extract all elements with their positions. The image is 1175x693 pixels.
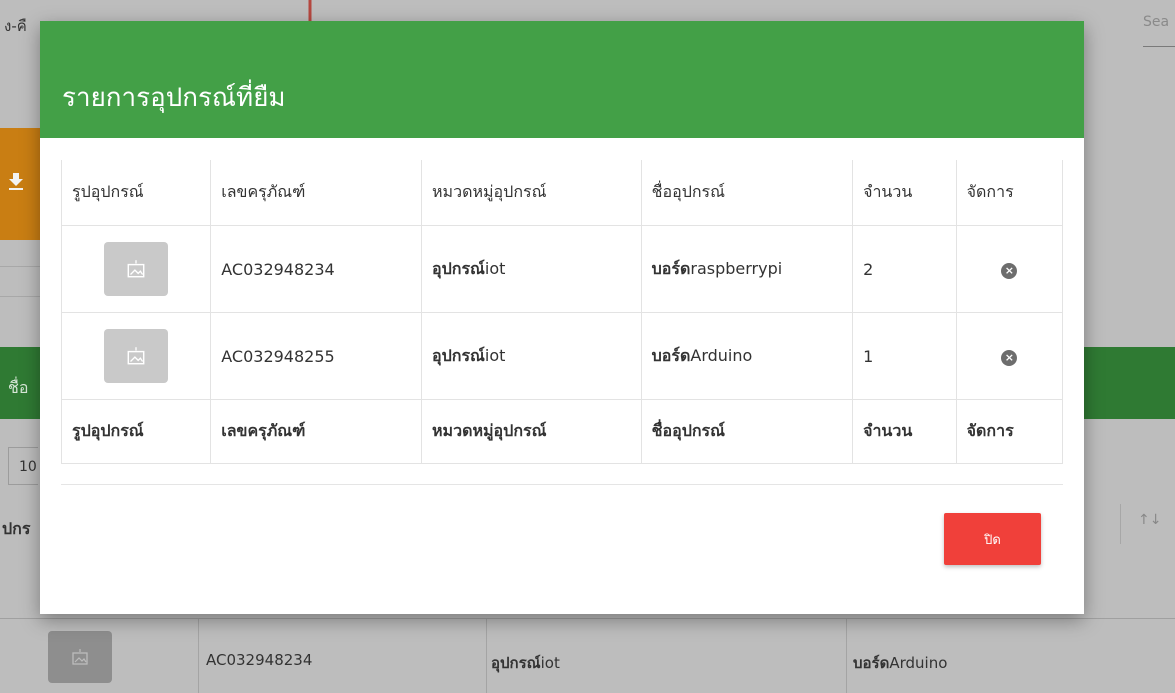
col-header-asset-no: เลขครุภัณฑ์ <box>210 160 422 226</box>
column-header: ปกร <box>2 519 31 538</box>
action-cell: × <box>955 312 1064 400</box>
cell-divider <box>486 619 487 693</box>
category: อุปกรณ์iot <box>420 312 642 400</box>
col-header-quantity: จำนวน <box>852 160 957 226</box>
col-footer-actions: จัดการ <box>955 399 1064 464</box>
asset-number: AC032948255 <box>210 312 422 400</box>
cell-divider <box>846 619 847 693</box>
col-footer-quantity: จำนวน <box>852 399 957 464</box>
table-row: AC032948255 อุปกรณ์iot บอร์ดArduino 1 × <box>60 312 1064 400</box>
col-footer-category: หมวดหมู่อุปกรณ์ <box>420 399 642 464</box>
search-label: Sea <box>1143 14 1170 30</box>
cell-divider <box>198 619 199 693</box>
category-bold: อุปกรณ์ <box>431 345 485 365</box>
table-header-row: รูปอุปกรณ์ เลขครุภัณฑ์ หมวดหมู่อุปกรณ์ ช… <box>60 160 1064 226</box>
category-bold: อุปกรณ์ <box>431 258 485 278</box>
col-footer-name: ชื่ออุปกรณ์ <box>640 399 854 464</box>
page-size-select[interactable]: 10 <box>8 447 38 485</box>
category: อุปกรณ์iot <box>491 651 560 675</box>
asset-number: AC032948234 <box>206 651 313 669</box>
modal-title: รายการอุปกรณ์ที่ยืม <box>62 83 286 113</box>
category-rest: iot <box>484 258 506 278</box>
modal-header: รายการอุปกรณ์ที่ยืม <box>40 21 1084 138</box>
name-bold: บอร์ด <box>651 345 691 365</box>
image-cell <box>60 312 212 400</box>
action-cell: × <box>955 225 1064 313</box>
name-bold: บอร์ด <box>651 258 691 278</box>
modal-footer-divider <box>61 484 1063 485</box>
sort-icon[interactable]: ↑↓ <box>1138 512 1161 528</box>
category-bold: อุปกรณ์ <box>491 654 541 672</box>
equipment-name: บอร์ดArduino <box>853 651 947 675</box>
close-button[interactable]: ปิด <box>944 513 1041 565</box>
name-bold: บอร์ด <box>853 654 890 672</box>
borrowed-equipment-table: รูปอุปกรณ์ เลขครุภัณฑ์ หมวดหมู่อุปกรณ์ ช… <box>60 160 1064 464</box>
asset-number: AC032948234 <box>210 225 422 313</box>
col-header-name: ชื่ออุปกรณ์ <box>640 160 854 226</box>
name-rest: Arduino <box>889 654 948 672</box>
equipment-name: บอร์ดArduino <box>640 312 854 400</box>
divider <box>0 266 40 267</box>
col-footer-asset-no: เลขครุภัณฑ์ <box>210 399 422 464</box>
image-placeholder-icon <box>104 329 169 383</box>
quantity: 1 <box>852 312 957 400</box>
equipment-name: บอร์ดraspberrypi <box>640 225 854 313</box>
image-placeholder-icon <box>104 242 169 296</box>
quantity: 2 <box>852 225 957 313</box>
image-placeholder-icon <box>48 631 112 683</box>
remove-icon[interactable]: × <box>1001 263 1018 279</box>
borrowed-equipment-modal: รายการอุปกรณ์ที่ยืม รูปอุปกรณ์ เลขครุภัณ… <box>40 21 1084 614</box>
name-rest: Arduino <box>690 345 753 365</box>
download-icon <box>4 170 28 198</box>
table-row: AC032948234 อุปกรณ์iot บอร์ดraspberrypi … <box>60 225 1064 313</box>
col-footer-image: รูปอุปกรณ์ <box>60 399 212 464</box>
category-rest: iot <box>484 345 506 365</box>
col-header-actions: จัดการ <box>955 160 1064 226</box>
table-footer-row: รูปอุปกรณ์ เลขครุภัณฑ์ หมวดหมู่อุปกรณ์ ช… <box>60 399 1064 464</box>
remove-icon[interactable]: × <box>1001 350 1018 366</box>
category: อุปกรณ์iot <box>420 225 642 313</box>
divider <box>0 296 40 297</box>
image-cell <box>60 225 212 313</box>
search-underline <box>1143 46 1175 47</box>
table-header-text: ชื่อ <box>8 378 29 397</box>
category-rest: iot <box>540 654 560 672</box>
table-row: AC032948234 อุปกรณ์iot บอร์ดArduino <box>0 618 1175 693</box>
name-rest: raspberrypi <box>690 258 783 278</box>
column-divider <box>1120 504 1121 544</box>
col-header-image: รูปอุปกรณ์ <box>60 160 212 226</box>
page-title: ง-คื <box>4 17 27 35</box>
col-header-category: หมวดหมู่อุปกรณ์ <box>420 160 642 226</box>
